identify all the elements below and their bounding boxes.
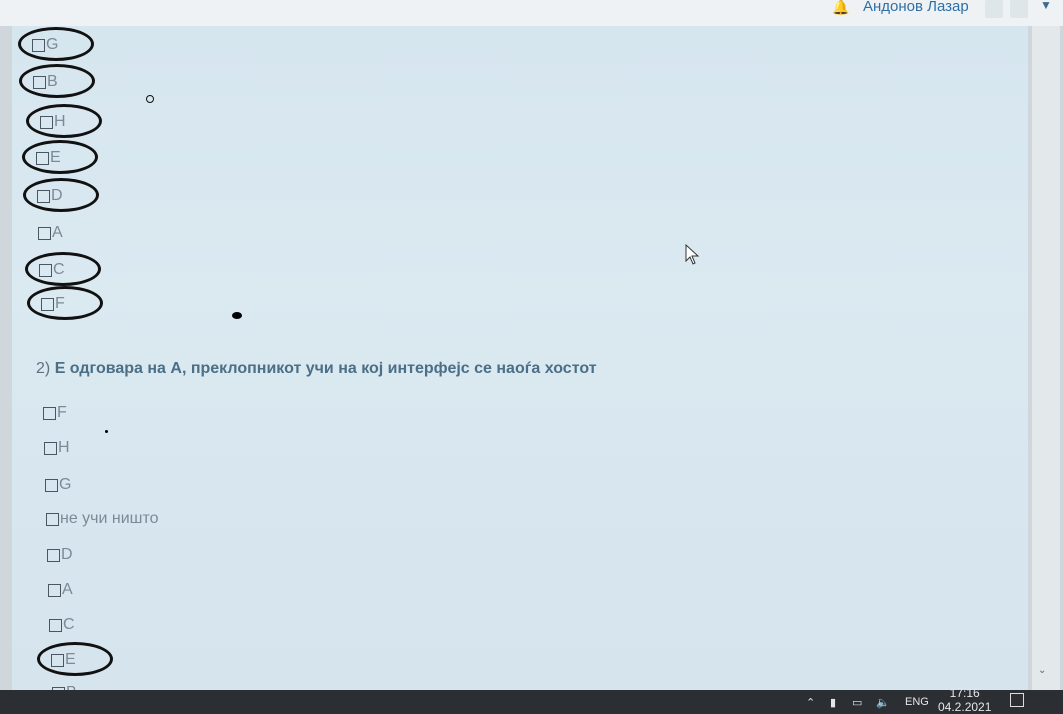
checkbox[interactable]	[49, 618, 62, 632]
checkbox[interactable]	[44, 441, 57, 455]
q2-option[interactable]: G	[45, 475, 71, 495]
network-icon[interactable]: ▭	[852, 696, 862, 709]
checkbox[interactable]	[33, 75, 46, 89]
question-title: 2) Е одговара на А, преклопникот учи на …	[36, 360, 597, 377]
pen-mark	[146, 95, 154, 103]
q2-option[interactable]: не учи ништо	[46, 509, 159, 529]
checkbox[interactable]	[41, 297, 54, 311]
taskbar: ⌃ ▮ ▭ 🔈 ENG 17:16 04.2.2021	[0, 686, 1063, 714]
q2-option[interactable]: H	[44, 438, 70, 458]
cursor-icon	[685, 244, 700, 265]
quiz-content	[12, 26, 1028, 690]
q1-option[interactable]: B	[19, 64, 95, 98]
pen-mark	[105, 430, 108, 433]
q1-option[interactable]: C	[25, 252, 100, 286]
header-button[interactable]	[985, 0, 1003, 18]
q1-option[interactable]: G	[17, 27, 96, 61]
checkbox[interactable]	[46, 512, 59, 526]
usb-icon[interactable]: ▮	[830, 696, 836, 709]
q2-option[interactable]: C	[49, 615, 75, 635]
checkbox[interactable]	[32, 38, 45, 52]
scroll-down-icon[interactable]: ⌄	[1038, 665, 1046, 676]
checkbox[interactable]	[37, 189, 50, 203]
checkbox[interactable]	[40, 115, 53, 129]
bell-icon[interactable]: 🔔	[832, 0, 850, 14]
checkbox[interactable]	[36, 151, 49, 165]
q1-option[interactable]: E	[22, 140, 98, 174]
q2-option[interactable]: E	[37, 642, 113, 676]
q2-option[interactable]: D	[47, 545, 73, 565]
scrollbar[interactable]	[1032, 26, 1060, 690]
top-bar: 🔔 Андонов Лазар ▼	[0, 0, 1063, 26]
q1-option[interactable]: A	[38, 223, 63, 243]
q1-option[interactable]: D	[23, 178, 98, 212]
checkbox[interactable]	[51, 653, 64, 667]
q2-option[interactable]: A	[48, 580, 73, 600]
checkbox[interactable]	[45, 478, 58, 492]
checkbox[interactable]	[39, 263, 52, 277]
checkbox[interactable]	[43, 406, 56, 420]
notification-icon[interactable]	[1010, 693, 1024, 707]
checkbox[interactable]	[47, 548, 60, 562]
clock[interactable]: 17:16 04.2.2021	[938, 686, 991, 714]
q2-option[interactable]: F	[43, 403, 67, 423]
volume-icon[interactable]: 🔈	[876, 696, 890, 709]
chevron-down-icon[interactable]: ▼	[1040, 0, 1052, 12]
user-name[interactable]: Андонов Лазар	[863, 0, 969, 14]
q1-option[interactable]: F	[27, 286, 103, 320]
language-indicator[interactable]: ENG	[905, 696, 929, 708]
checkbox[interactable]	[48, 583, 61, 597]
chevron-up-icon[interactable]: ⌃	[806, 696, 815, 709]
q1-option[interactable]: H	[26, 104, 101, 138]
checkbox[interactable]	[38, 226, 51, 240]
pen-mark	[232, 312, 242, 319]
header-button[interactable]	[1010, 0, 1028, 18]
